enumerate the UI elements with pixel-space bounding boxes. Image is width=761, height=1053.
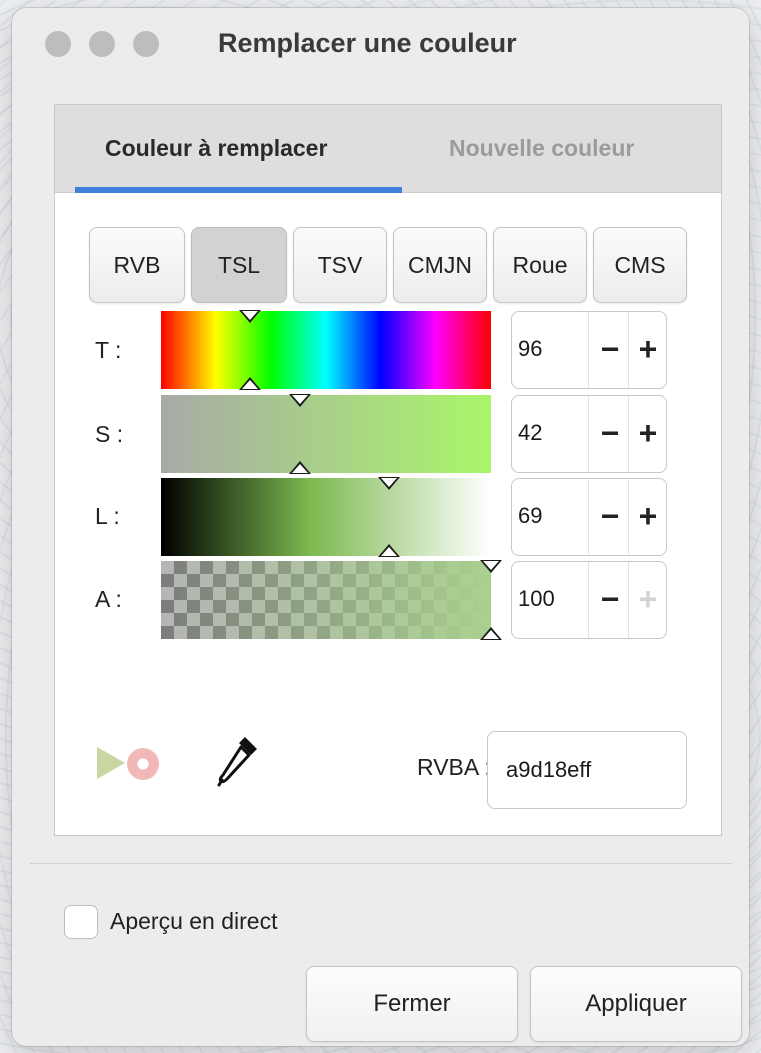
alpha-increment-button[interactable]: + — [630, 576, 666, 624]
hue-label: T : — [95, 337, 122, 363]
footer-divider — [30, 863, 732, 864]
alpha-value[interactable]: 100 — [518, 586, 555, 612]
close-button[interactable]: Fermer — [306, 966, 518, 1042]
color-wheel-icon[interactable] — [127, 748, 159, 780]
saturation-marker-top-icon — [288, 394, 311, 407]
zoom-window-button[interactable] — [133, 31, 159, 57]
color-panel: Couleur à remplacer Nouvelle couleur RVB… — [54, 104, 722, 836]
mode-roue-button[interactable]: Roue — [493, 227, 587, 303]
eyedropper-icon[interactable] — [215, 733, 261, 787]
tab-color-to-replace[interactable]: Couleur à remplacer — [105, 135, 327, 162]
rvba-label: RVBA : — [417, 754, 491, 780]
lightness-increment-button[interactable]: + — [630, 493, 666, 541]
replace-color-dialog: Remplacer une couleur Couleur à remplace… — [12, 8, 749, 1046]
saturation-label: S : — [95, 421, 124, 447]
window-title: Remplacer une couleur — [218, 28, 517, 58]
hue-spinbox: 96 − + — [511, 311, 667, 389]
mode-tsv-button[interactable]: TSV — [293, 227, 387, 303]
hue-decrement-button[interactable]: − — [592, 326, 628, 374]
alpha-marker-top-icon — [480, 560, 502, 573]
alpha-label: A : — [95, 586, 122, 612]
hue-slider[interactable] — [161, 310, 491, 390]
alpha-decrement-button[interactable]: − — [592, 576, 628, 624]
lightness-decrement-button[interactable]: − — [592, 493, 628, 541]
mode-cms-button[interactable]: CMS — [593, 227, 687, 303]
title-bar: Remplacer une couleur — [12, 8, 749, 80]
active-tab-indicator — [75, 187, 402, 193]
live-preview-checkbox[interactable] — [64, 905, 98, 939]
hue-value[interactable]: 96 — [518, 336, 542, 362]
mode-cmjn-button[interactable]: CMJN — [393, 227, 487, 303]
apply-button[interactable]: Appliquer — [530, 966, 742, 1042]
tab-new-color[interactable]: Nouvelle couleur — [449, 135, 634, 162]
lightness-spinbox: 69 − + — [511, 478, 667, 556]
saturation-slider[interactable] — [161, 394, 491, 474]
lightness-slider[interactable] — [161, 477, 491, 557]
mode-tsl-button[interactable]: TSL — [191, 227, 287, 303]
lightness-label: L : — [95, 503, 120, 529]
alpha-marker-bottom-icon — [480, 627, 502, 640]
hue-marker-top-icon — [239, 310, 262, 323]
lightness-value[interactable]: 69 — [518, 503, 542, 529]
saturation-marker-bottom-icon — [288, 461, 311, 474]
hue-marker-bottom-icon — [239, 377, 262, 390]
alpha-slider[interactable] — [161, 560, 502, 640]
tab-bar: Couleur à remplacer Nouvelle couleur — [55, 105, 721, 193]
color-triangle-icon[interactable] — [97, 747, 125, 779]
alpha-spinbox: 100 − + — [511, 561, 667, 639]
saturation-decrement-button[interactable]: − — [592, 410, 628, 458]
mode-rvb-button[interactable]: RVB — [89, 227, 185, 303]
hue-increment-button[interactable]: + — [630, 326, 666, 374]
saturation-spinbox: 42 − + — [511, 395, 667, 473]
lightness-marker-top-icon — [377, 477, 400, 490]
minimize-window-button[interactable] — [89, 31, 115, 57]
live-preview-label[interactable]: Aperçu en direct — [110, 908, 277, 935]
rvba-input[interactable]: a9d18eff — [487, 731, 687, 809]
saturation-increment-button[interactable]: + — [630, 410, 666, 458]
saturation-value[interactable]: 42 — [518, 420, 542, 446]
lightness-marker-bottom-icon — [377, 544, 400, 557]
close-window-button[interactable] — [45, 31, 71, 57]
